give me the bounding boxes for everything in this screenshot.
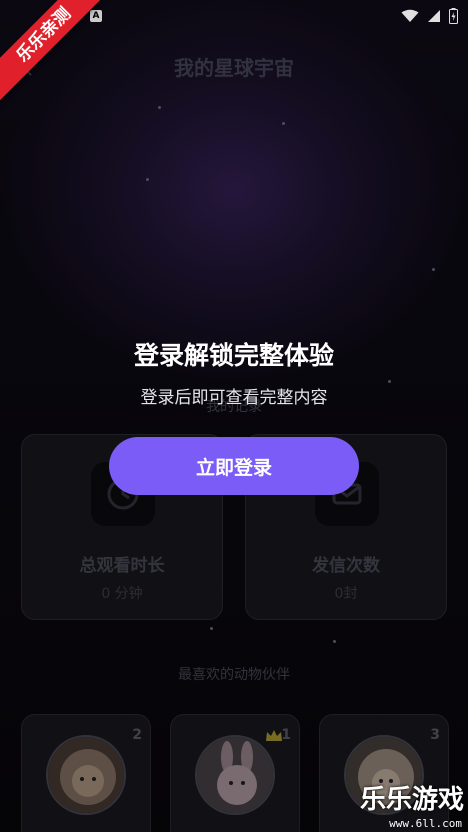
login-overlay [0, 0, 468, 832]
watermark-brand: 乐乐游戏 [359, 785, 464, 815]
watermark-url: www.6ll.com [389, 817, 462, 830]
login-title: 登录解锁完整体验 [133, 341, 334, 370]
watermark-logo: 乐乐游戏 www.6ll.com [350, 782, 468, 832]
login-button[interactable]: 立即登录 [109, 437, 359, 495]
login-subtitle: 登录后即可查看完整内容 [140, 388, 328, 408]
